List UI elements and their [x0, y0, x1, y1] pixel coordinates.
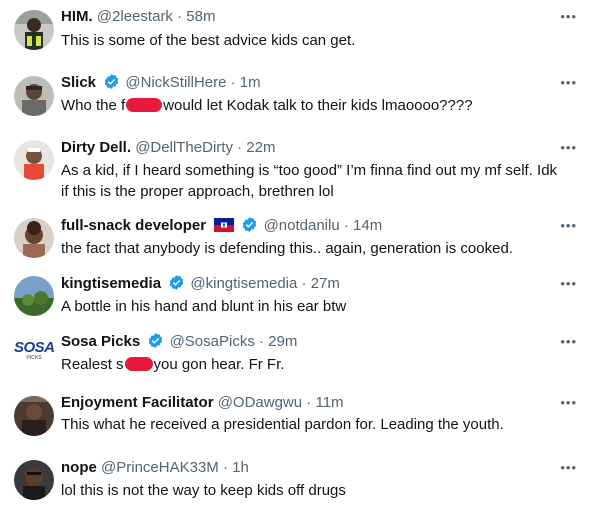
separator-dot: ·: [230, 74, 236, 91]
timestamp[interactable]: 1h: [232, 459, 249, 476]
more-options-icon[interactable]: •••: [560, 276, 577, 291]
tweet-text: A bottle in his hand and blunt in his ea…: [61, 298, 347, 315]
display-name[interactable]: Enjoyment Facilitator: [61, 394, 214, 411]
avatar[interactable]: [14, 10, 54, 50]
tweet-text-line: As a kid, if I heard something is “too g…: [61, 162, 558, 179]
display-name[interactable]: Dirty Dell.: [61, 139, 131, 156]
avatar[interactable]: [14, 396, 54, 436]
tweet-text-part: Realest s: [61, 356, 124, 373]
user-handle[interactable]: @2leestark: [97, 8, 173, 25]
timestamp[interactable]: 11m: [315, 394, 343, 411]
verified-badge-icon: [103, 73, 120, 96]
tweet-text: Who the f would let Kodak talk to their k…: [61, 95, 581, 116]
tweet-text: Realest s you gon hear. Fr Fr.: [61, 354, 581, 375]
tweet-text-part: Who the f: [61, 97, 126, 114]
separator-dot: ·: [259, 333, 264, 350]
tweet-text-part: would let Kodak talk to their kids lmaoo…: [163, 97, 473, 114]
separator-dot: ·: [237, 139, 243, 156]
haiti-flag-icon: [214, 218, 235, 238]
avatar[interactable]: SOSA PICKS: [14, 339, 55, 380]
verified-badge-icon: [241, 216, 258, 239]
tweet-text: the fact that anybody is defending this.…: [61, 240, 513, 257]
more-options-icon[interactable]: •••: [560, 140, 577, 155]
tweet-text: As a kid, if I heard something is “too g…: [61, 160, 581, 202]
tweet-header: Slick @NickStillHere · 1m: [61, 73, 261, 93]
separator-dot: ·: [306, 394, 312, 411]
avatar[interactable]: [14, 218, 54, 258]
tweet-text-line: if this is the proper approach, brethren…: [61, 183, 334, 200]
tweet-header: Dirty Dell. @DellTheDirty · 22m: [61, 138, 275, 158]
tweet-text: This what he received a presidential par…: [61, 416, 504, 433]
more-options-icon[interactable]: •••: [560, 218, 577, 233]
tweet[interactable]: nope @PrinceHAK33M · 1h ••• lol this is …: [0, 450, 595, 516]
avatar[interactable]: [14, 76, 54, 116]
verified-badge-icon: [147, 332, 164, 355]
tweet-text: lol this is not the way to keep kids off…: [61, 482, 346, 499]
timestamp[interactable]: 1m: [240, 74, 261, 91]
user-handle[interactable]: @NickStillHere: [125, 74, 226, 91]
timestamp[interactable]: 58m: [186, 8, 215, 25]
tweet[interactable]: HIM. @2leestark · 58m ••• This is some o…: [0, 0, 595, 66]
verified-badge-icon: [168, 274, 185, 297]
separator-dot: ·: [177, 8, 183, 25]
timestamp[interactable]: 14m: [353, 217, 382, 234]
more-options-icon[interactable]: •••: [560, 9, 577, 24]
display-name[interactable]: full-snack developer: [61, 217, 206, 234]
avatar[interactable]: [14, 276, 54, 316]
tweet-text-part: you gon hear. Fr Fr.: [153, 356, 285, 373]
separator-dot: ·: [222, 459, 228, 476]
tweet-header: Enjoyment Facilitator @ODawgwu · 11m: [61, 393, 344, 413]
avatar[interactable]: [14, 140, 54, 180]
user-handle[interactable]: @ODawgwu: [218, 394, 302, 411]
display-name[interactable]: HIM.: [61, 8, 93, 25]
tweet[interactable]: Dirty Dell. @DellTheDirty · 22m ••• As a…: [0, 130, 595, 208]
display-name[interactable]: Sosa Picks: [61, 333, 140, 350]
tweet[interactable]: Slick @NickStillHere · 1m ••• Who the f w…: [0, 66, 595, 132]
tweet-header: Sosa Picks @SosaPicks · 29m: [61, 332, 297, 352]
user-handle[interactable]: @DellTheDirty: [135, 139, 233, 156]
more-options-icon[interactable]: •••: [560, 75, 577, 90]
censor-blur: [124, 357, 153, 371]
timestamp[interactable]: 22m: [246, 139, 275, 156]
tweet-header: nope @PrinceHAK33M · 1h: [61, 458, 249, 478]
avatar[interactable]: [14, 460, 54, 500]
tweet-feed: HIM. @2leestark · 58m ••• This is some o…: [0, 0, 595, 523]
separator-dot: ·: [301, 275, 307, 292]
display-name[interactable]: nope: [61, 459, 97, 476]
tweet[interactable]: full-snack developer @notdanilu · 14m ••…: [0, 208, 595, 274]
separator-dot: ·: [343, 217, 349, 234]
more-options-icon[interactable]: •••: [560, 334, 577, 349]
tweet[interactable]: SOSA PICKS Sosa Picks @SosaPicks · 29m •…: [0, 324, 595, 390]
sosa-logo-subtext: PICKS: [26, 355, 42, 361]
sosa-logo-text: SOSA: [14, 339, 55, 356]
tweet-header: kingtisemedia @kingtisemedia · 27m: [61, 274, 340, 294]
user-handle[interactable]: @notdanilu: [264, 217, 340, 234]
tweet[interactable]: kingtisemedia @kingtisemedia · 27m ••• A…: [0, 266, 595, 332]
tweet-text: This is some of the best advice kids can…: [61, 32, 356, 49]
tweet-header: HIM. @2leestark · 58m: [61, 7, 215, 27]
timestamp[interactable]: 27m: [311, 275, 340, 292]
user-handle[interactable]: @kingtisemedia: [190, 275, 297, 292]
user-handle[interactable]: @PrinceHAK33M: [101, 459, 219, 476]
tweet[interactable]: Enjoyment Facilitator @ODawgwu · 11m •••…: [0, 388, 595, 454]
more-options-icon[interactable]: •••: [560, 460, 577, 475]
display-name[interactable]: Slick: [61, 74, 96, 91]
tweet-header: full-snack developer @notdanilu · 14m: [61, 216, 382, 236]
censor-blur: [126, 98, 163, 112]
display-name[interactable]: kingtisemedia: [61, 275, 161, 292]
more-options-icon[interactable]: •••: [560, 395, 577, 410]
user-handle[interactable]: @SosaPicks: [170, 333, 255, 350]
timestamp[interactable]: 29m: [268, 333, 297, 350]
